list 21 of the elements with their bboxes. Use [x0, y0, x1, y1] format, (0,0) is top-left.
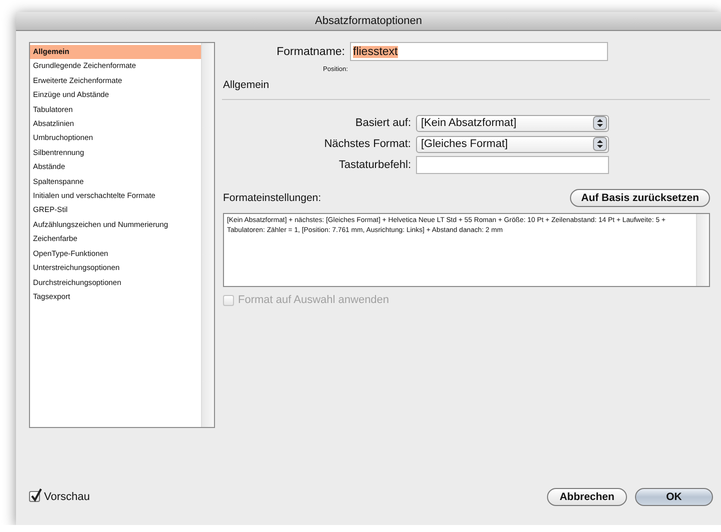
cancel-button[interactable]: Abbrechen: [547, 488, 627, 506]
checkbox-label: Vorschau: [44, 490, 90, 502]
window-title: Absatzformatoptionen: [16, 12, 721, 31]
reset-button[interactable]: Auf Basis zurücksetzen: [570, 189, 710, 207]
section-title: Allgemein: [222, 79, 710, 100]
field-label: Nächstes Format:: [323, 138, 411, 150]
input-field[interactable]: fliesstext: [350, 42, 608, 61]
checkbox[interactable]: [29, 491, 40, 502]
field-label: Formatname:: [276, 46, 345, 58]
settings-label: Formateinstellungen:: [223, 192, 322, 204]
ok-button[interactable]: OK: [635, 488, 713, 506]
stepper-icon: [593, 116, 607, 130]
dropdown[interactable]: [Kein Absatzformat]: [416, 114, 609, 132]
input-field[interactable]: [416, 156, 609, 174]
field-label: Basiert auf:: [354, 117, 411, 129]
dropdown[interactable]: [Gleiches Format]: [416, 136, 609, 152]
checkbox-label: Format auf Auswahl anwenden: [238, 294, 390, 306]
stepper-icon: [593, 137, 607, 151]
scroll-track[interactable]: [201, 43, 214, 427]
scroll-track[interactable]: [696, 214, 709, 286]
field-label: Tastaturbefehl:: [338, 159, 411, 171]
